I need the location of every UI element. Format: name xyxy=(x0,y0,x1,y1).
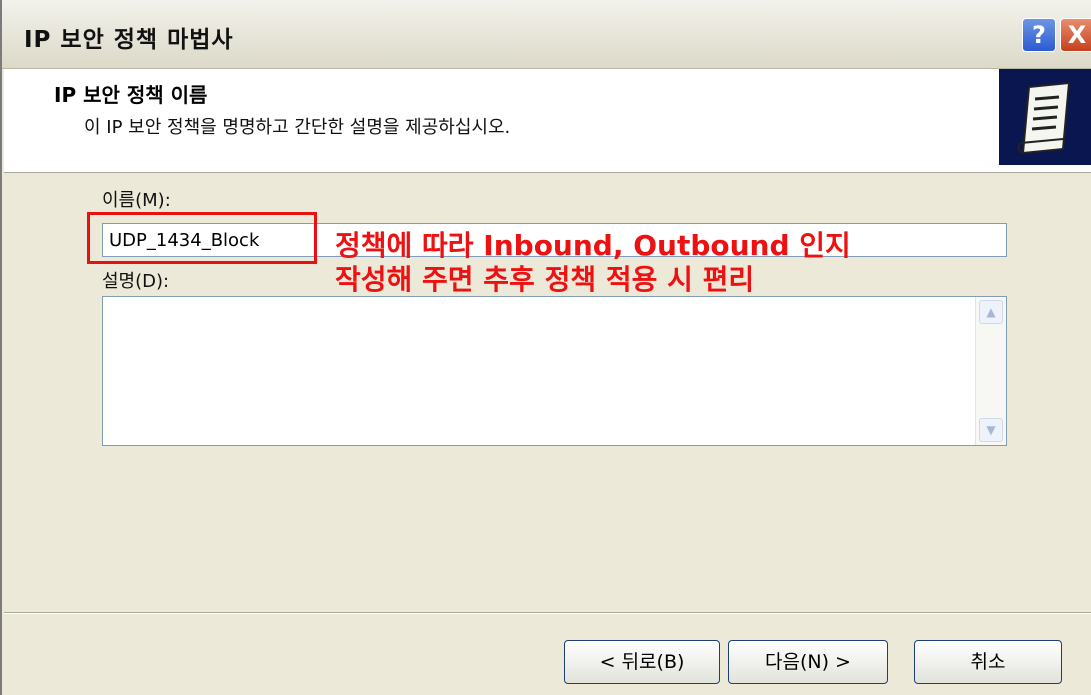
next-button[interactable]: 다음(N) > xyxy=(728,640,888,684)
footer-divider-highlight xyxy=(4,613,1091,614)
page-title: IP 보안 정책 이름 xyxy=(54,83,208,107)
scroll-down-icon[interactable]: ▼ xyxy=(979,418,1003,442)
cancel-button[interactable]: 취소 xyxy=(914,640,1062,684)
description-label: 설명(D): xyxy=(102,271,170,292)
window-title: IP 보안 정책 마법사 xyxy=(24,27,234,53)
wizard-window: IP 보안 정책 마법사 ? X IP 보안 정책 이름 이 IP 보안 정책을… xyxy=(0,0,1091,695)
name-label: 이름(M): xyxy=(102,190,171,211)
wizard-header: IP 보안 정책 이름 이 IP 보안 정책을 명명하고 간단한 설명을 제공하… xyxy=(4,69,1091,173)
help-button[interactable]: ? xyxy=(1022,18,1056,52)
title-bar: IP 보안 정책 마법사 ? X xyxy=(2,0,1091,69)
page-subtitle: 이 IP 보안 정책을 명명하고 간단한 설명을 제공하십시오. xyxy=(84,117,511,138)
description-scrollbar[interactable]: ▲ ▼ xyxy=(975,297,1006,445)
annotation-line-2: 작성해 주면 추후 정책 적용 시 편리 xyxy=(335,263,755,296)
description-textarea[interactable]: ▲ ▼ xyxy=(102,296,1007,446)
close-button[interactable]: X xyxy=(1060,18,1091,52)
annotation-highlight-box xyxy=(87,212,317,264)
scroll-up-icon[interactable]: ▲ xyxy=(979,300,1003,324)
back-button[interactable]: < 뒤로(B) xyxy=(564,640,720,684)
scroll-document-icon xyxy=(999,69,1091,165)
